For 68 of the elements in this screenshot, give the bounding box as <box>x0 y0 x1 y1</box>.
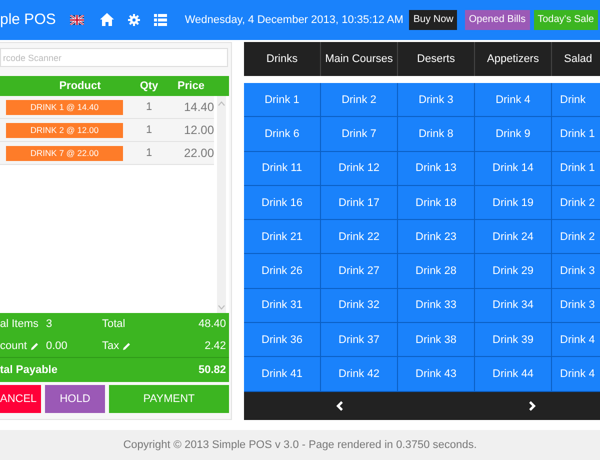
product-tile[interactable]: Drink 42 <box>321 357 398 392</box>
product-tile[interactable]: Drink 29 <box>475 254 552 289</box>
action-button[interactable]: ANCEL <box>0 385 41 413</box>
product-tile[interactable]: Drink 24 <box>475 220 552 254</box>
product-tile[interactable]: Drink 21 <box>244 220 321 254</box>
price-cell-text: 22.00 <box>182 146 214 160</box>
product-tile[interactable]: Drink 16 <box>244 186 321 220</box>
total-payable-value: 50.82 <box>197 364 226 376</box>
product-tile[interactable]: Drink 44 <box>475 357 552 392</box>
tax-label: Tax <box>102 340 120 352</box>
product-tile[interactable]: Drink 38 <box>398 323 475 358</box>
qty-cell-text: 1 <box>144 124 154 136</box>
product-button[interactable]: DRINK 1 @ 14.40 <box>6 100 123 114</box>
product-tile[interactable]: Drink 32 <box>321 288 398 324</box>
product-tile[interactable]: Drink 43 <box>398 357 475 392</box>
total-payable-label: tal Payable <box>0 364 58 376</box>
product-tile[interactable]: Drink 39 <box>475 323 552 358</box>
product-tile[interactable]: Drink 17 <box>321 186 398 220</box>
product-tile[interactable]: Drink 34 <box>475 288 552 324</box>
barcode-field[interactable]: rcode Scanner <box>0 48 228 67</box>
product-tile[interactable]: Drink 37 <box>321 323 398 358</box>
total-label: Total <box>102 318 126 330</box>
price-cell-text: 14.40 <box>182 100 214 114</box>
product-tile[interactable]: Drink 11 <box>244 152 321 186</box>
product-tile[interactable]: Drink 4 <box>475 83 552 118</box>
header-button[interactable]: Opened Bills <box>464 10 530 30</box>
brand-name[interactable]: ple POS <box>0 11 56 28</box>
product-tile[interactable]: Drink 13 <box>398 152 475 186</box>
product-tile[interactable]: Drink 6 <box>244 117 321 152</box>
column-header: Qty <box>138 80 160 92</box>
header-button[interactable]: Buy Now <box>409 10 458 30</box>
action-button[interactable]: PAYMENT <box>109 385 229 413</box>
product-tile[interactable]: Drink 41 <box>244 357 321 392</box>
tax-value: 2.42 <box>204 340 226 352</box>
total-value: 48.40 <box>197 318 226 330</box>
discount-value: 0.00 <box>46 340 68 352</box>
qty-cell-text: 1 <box>144 101 154 113</box>
product-tile[interactable]: Drink 9 <box>475 117 552 152</box>
copyright-text: Copyright © 2013 Simple POS v 3.0 - Page rendered in 0.3750 seconds. <box>123 439 477 451</box>
product-tile[interactable]: Drink 26 <box>244 254 321 289</box>
product-button[interactable]: DRINK 2 @ 12.00 <box>6 122 123 138</box>
column-header: Product <box>58 80 102 92</box>
product-tile[interactable]: Drink 14 <box>475 152 552 186</box>
product-tile[interactable]: Drink 23 <box>398 220 475 254</box>
product-tile[interactable]: Drink 2 <box>321 83 398 118</box>
product-tile[interactable]: Drink 31 <box>244 288 321 324</box>
product-tile[interactable]: Drink 18 <box>398 186 475 220</box>
total-items-value: 3 <box>46 318 54 330</box>
discount-label: count <box>0 340 27 352</box>
column-header: Price <box>176 80 206 92</box>
product-tile[interactable]: Drink 19 <box>475 186 552 220</box>
total-items-label: al Items <box>0 318 40 330</box>
product-tile[interactable]: Drink 28 <box>398 254 475 289</box>
header-button[interactable]: Today's Sale <box>534 10 598 30</box>
product-button[interactable]: DRINK 7 @ 22.00 <box>6 146 123 160</box>
product-tile[interactable]: Drink 3 <box>398 83 475 118</box>
date-time: Wednesday, 4 December 2013, 10:35:12 AM <box>184 14 404 26</box>
product-tile[interactable]: Drink 8 <box>398 117 475 152</box>
product-tile[interactable]: Drink 22 <box>321 220 398 254</box>
product-tile[interactable]: Drink 12 <box>321 152 398 186</box>
product-tile[interactable]: Drink 27 <box>321 254 398 289</box>
product-tile[interactable]: Drink 36 <box>244 323 321 358</box>
product-tile[interactable]: Drink 7 <box>321 117 398 152</box>
price-cell-text: 12.00 <box>182 123 214 137</box>
qty-cell-text: 1 <box>144 147 154 159</box>
product-tile[interactable]: Drink 33 <box>398 288 475 324</box>
action-button[interactable]: HOLD <box>45 385 105 413</box>
product-tile[interactable]: Drink 1 <box>244 83 321 118</box>
